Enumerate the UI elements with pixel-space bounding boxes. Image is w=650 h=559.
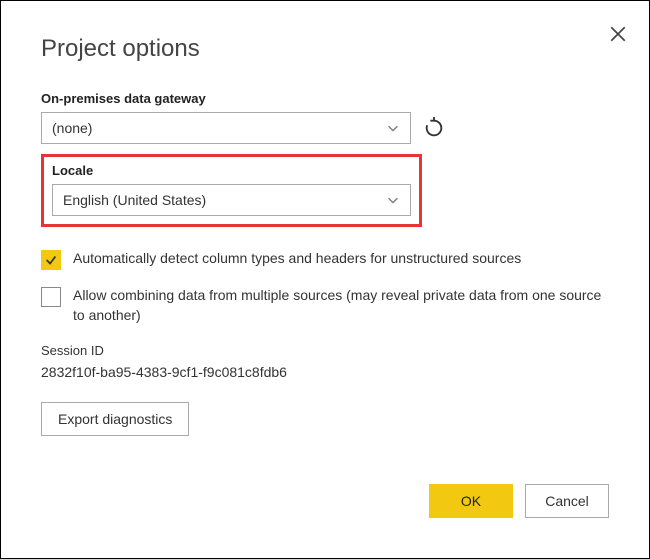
check-icon [44,253,58,267]
detect-label: Automatically detect column types and he… [73,249,521,269]
locale-value: English (United States) [63,192,206,208]
locale-highlight: Locale English (United States) [41,154,422,227]
combine-checkbox[interactable] [41,287,61,307]
locale-label: Locale [52,163,411,178]
dialog-footer: OK Cancel [429,484,609,518]
ok-button[interactable]: OK [429,484,513,518]
refresh-icon [423,117,445,139]
gateway-value: (none) [52,120,92,136]
combine-label: Allow combining data from multiple sourc… [73,286,609,325]
close-button[interactable] [609,25,627,43]
gateway-select[interactable]: (none) [41,112,411,144]
gateway-label: On-premises data gateway [41,91,609,106]
dialog-frame: Project options On-premises data gateway… [0,0,650,559]
refresh-button[interactable] [423,117,445,139]
locale-select[interactable]: English (United States) [52,184,411,216]
project-options-dialog: Project options On-premises data gateway… [5,7,645,542]
cancel-button[interactable]: Cancel [525,484,609,518]
session-id-label: Session ID [41,343,609,358]
chevron-down-icon [386,193,400,207]
dialog-title: Project options [41,35,609,63]
chevron-down-icon [386,121,400,135]
export-diagnostics-button[interactable]: Export diagnostics [41,402,189,436]
close-icon [609,25,627,43]
detect-checkbox[interactable] [41,250,61,270]
session-id-value: 2832f10f-ba95-4383-9cf1-f9c081c8fdb6 [41,364,609,380]
